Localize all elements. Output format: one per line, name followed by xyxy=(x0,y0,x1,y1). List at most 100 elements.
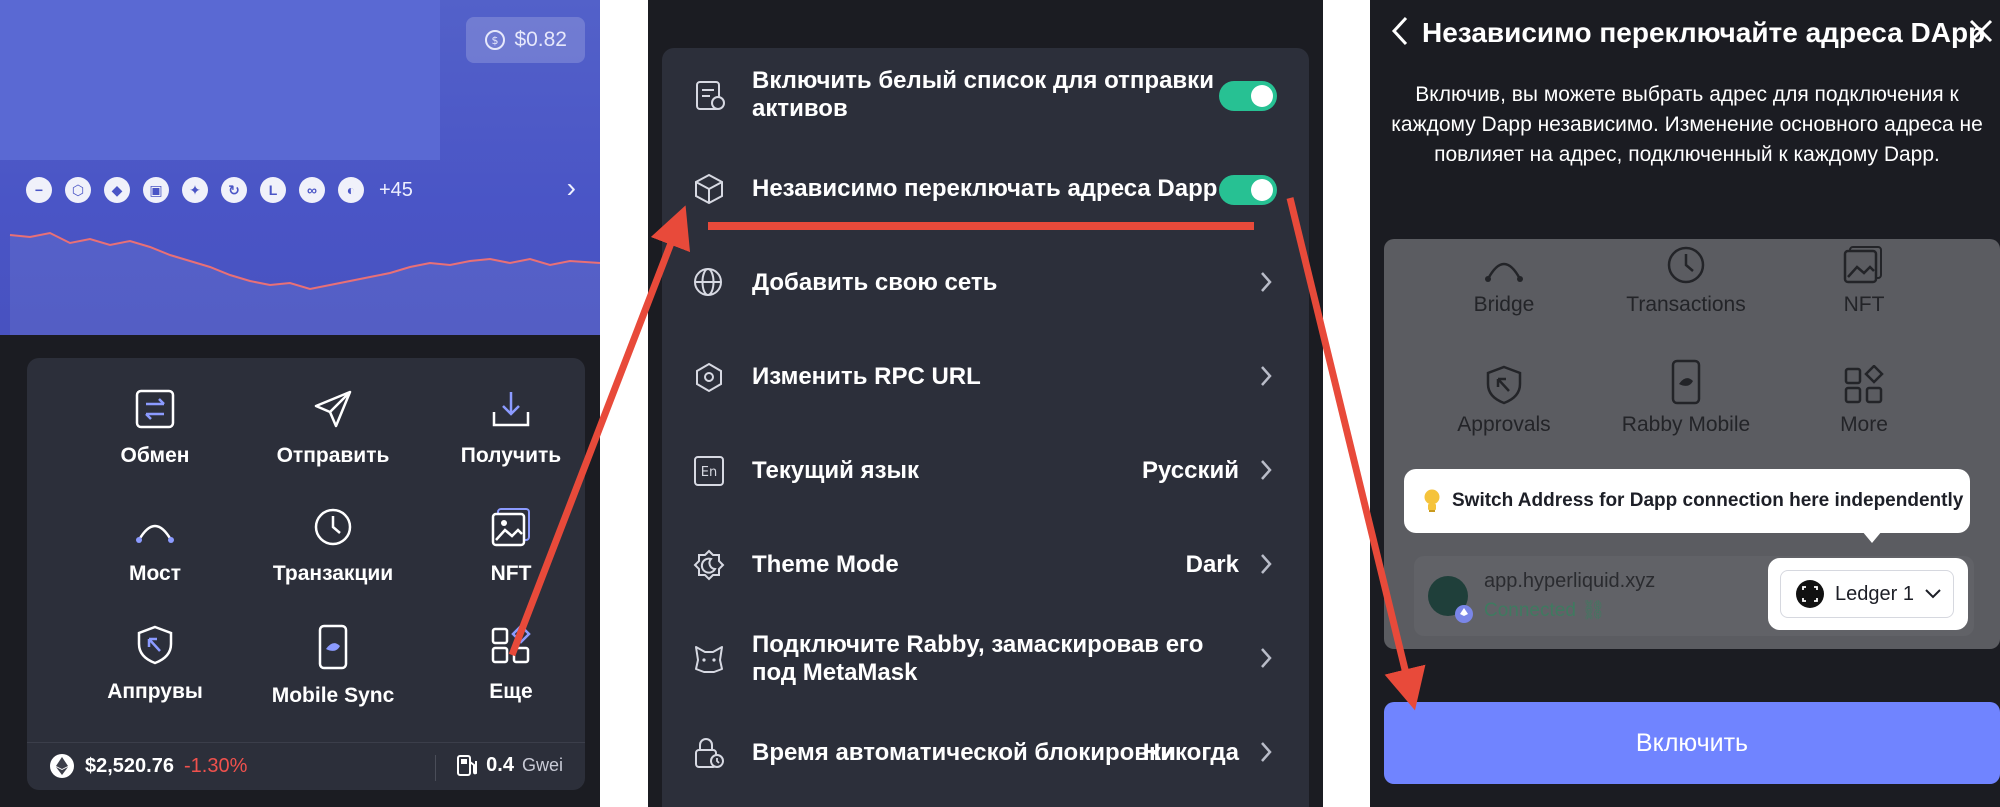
back-icon[interactable] xyxy=(1388,14,1412,48)
settings-row-value: Русский xyxy=(1142,457,1239,484)
action-menu: Обмен Отправить Получить Мост Транзакции… xyxy=(27,358,585,790)
menu-label: Обмен xyxy=(120,444,190,467)
dialog-description: Включив, вы можете выбрать адрес для под… xyxy=(1391,83,1983,166)
ethereum-icon: ◆ xyxy=(104,177,130,203)
preview-label: Transactions xyxy=(1626,293,1746,316)
menu-label: NFT xyxy=(490,562,532,585)
eth-price[interactable]: $2,520.76 -1.30% xyxy=(49,753,247,779)
image-icon xyxy=(491,508,530,547)
settings-row-add-network[interactable]: Добавить свою сеть xyxy=(662,236,1309,330)
settings-row-value: Dark xyxy=(1185,551,1239,578)
close-icon[interactable] xyxy=(1966,16,1996,46)
settings-row-language[interactable]: En Текущий язык Русский xyxy=(662,424,1309,518)
dapp-name: app.hyperliquid.xyz xyxy=(1484,570,1656,592)
globe-edit-icon xyxy=(694,268,722,296)
settings-row-dapp-switch[interactable]: Независимо переключать адреса Dapp xyxy=(662,142,1309,236)
account-selector[interactable]: Ledger 1 xyxy=(1780,570,1954,618)
enable-button[interactable]: Включить xyxy=(1384,702,2000,784)
chevron-right-icon xyxy=(1261,272,1272,292)
box-switch-icon xyxy=(695,173,723,205)
switch-address-tooltip: Switch Address for Dapp connection here … xyxy=(1404,469,1970,533)
portfolio-hero: $ $0.82 − ⬡ ◆ ▣ ✦ ↻ L ∞ ◐ +45 › xyxy=(0,0,600,335)
settings-row-value: Никогда xyxy=(1142,739,1239,766)
shield-icon xyxy=(1486,365,1522,405)
menu-item-nft[interactable]: NFT xyxy=(418,476,600,594)
chevron-right-icon xyxy=(1261,648,1272,668)
gas-unit: Gwei xyxy=(521,754,563,775)
grid-icon xyxy=(1844,365,1884,404)
eth-price-value: $2,520.76 xyxy=(85,754,174,777)
settings-row-label: Независимо переключать адреса Dapp xyxy=(752,175,1218,202)
menu-item-transactions[interactable]: Транзакции xyxy=(240,476,426,594)
preview-item-transactions: Transactions xyxy=(1596,245,1776,317)
chevron-right-icon xyxy=(1261,460,1272,480)
settings-row-whitelist[interactable]: Включить белый список для отправки актив… xyxy=(662,48,1309,142)
language-icon: En xyxy=(694,456,724,486)
preview-item-bridge: Bridge xyxy=(1414,245,1594,317)
balance-badge[interactable]: $ $0.82 xyxy=(466,17,585,63)
settings-row-label: Добавить свою сеть xyxy=(752,269,998,296)
settings-row-label: Включить белый список для отправки актив… xyxy=(752,67,1214,122)
chain-list[interactable]: − ⬡ ◆ ▣ ✦ ↻ L ∞ ◐ +45 › xyxy=(26,170,576,210)
gas-pump-icon xyxy=(457,755,478,776)
menu-item-bridge[interactable]: Мост xyxy=(62,476,248,594)
receive-icon xyxy=(492,392,530,427)
menu-label: Транзакции xyxy=(272,562,394,585)
grid-icon xyxy=(491,624,531,664)
settings-row-theme[interactable]: Theme Mode Dark xyxy=(662,518,1309,612)
settings-panel: Включить белый список для отправки актив… xyxy=(648,0,1323,807)
settings-row-rpc[interactable]: Изменить RPC URL xyxy=(662,330,1309,424)
menu-item-approvals[interactable]: Аппрувы xyxy=(62,594,248,712)
chevron-down-icon xyxy=(1925,589,1941,599)
eth-price-change: -1.30% xyxy=(183,754,248,777)
preview-label: Bridge xyxy=(1473,293,1535,316)
gas-price[interactable]: 0.4 Gwei xyxy=(456,753,563,777)
svg-text:En: En xyxy=(701,465,717,480)
tooltip-text: Switch Address for Dapp connection here … xyxy=(1452,490,1964,511)
refresh-coin-icon: ↻ xyxy=(221,177,247,203)
half-circle-icon: ◐ xyxy=(338,177,364,203)
menu-item-swap[interactable]: Обмен xyxy=(62,358,248,476)
dapp-switch-toggle[interactable] xyxy=(1219,175,1277,205)
image-icon xyxy=(1843,246,1882,284)
balance-chart xyxy=(9,231,600,335)
menu-item-mobile-sync[interactable]: Mobile Sync xyxy=(240,594,426,712)
phone-icon xyxy=(1671,359,1701,405)
menu-label: Аппрувы xyxy=(107,680,203,703)
preview-item-more: More xyxy=(1774,365,1954,437)
settings-row-metamask[interactable]: Подключите Rabby, замаскировав его под M… xyxy=(662,612,1309,706)
menu-item-more[interactable]: Еще xyxy=(418,594,600,712)
dialog-title: Независимо переключайте адреса DApp xyxy=(1422,17,1986,48)
settings-row-label: Подключите Rabby, замаскировав его под M… xyxy=(752,631,1204,686)
dapp-status-text: Connected xyxy=(1484,600,1576,621)
sparkle-icon: ✦ xyxy=(182,177,208,203)
network-icon xyxy=(696,362,722,393)
menu-item-receive[interactable]: Получить xyxy=(418,358,600,476)
preview-label: NFT xyxy=(1843,293,1885,316)
dapp-switch-dialog: Независимо переключайте адреса DApp Вклю… xyxy=(1370,0,2000,807)
gas-value: 0.4 xyxy=(486,753,514,776)
ethereum-icon xyxy=(50,754,74,778)
menu-label: Еще xyxy=(489,680,533,703)
ledger-icon xyxy=(1796,580,1824,608)
menu-item-send[interactable]: Отправить xyxy=(240,358,426,476)
send-icon xyxy=(314,390,352,428)
l-icon: L xyxy=(260,177,286,203)
cube-icon: ▣ xyxy=(143,177,169,203)
fox-icon xyxy=(695,646,723,673)
settings-row-label: Theme Mode xyxy=(752,551,899,578)
link-icon: ⛓ xyxy=(1581,600,1606,621)
chevron-right-icon xyxy=(1261,554,1272,574)
link-icon: ∞ xyxy=(299,177,325,203)
svg-text:$: $ xyxy=(492,34,499,47)
balance-value: $0.82 xyxy=(514,28,567,51)
whitelist-toggle[interactable] xyxy=(1219,81,1277,111)
wallet-footer: $2,520.76 -1.30% 0.4 Gwei xyxy=(27,742,585,791)
chevron-right-icon[interactable]: › xyxy=(567,172,576,204)
menu-label: Mobile Sync xyxy=(271,684,395,707)
theme-icon xyxy=(693,549,725,581)
clock-icon xyxy=(314,508,352,546)
hero-highlight xyxy=(0,0,440,160)
preview-label: More xyxy=(1840,413,1888,436)
settings-row-autolock[interactable]: Время автоматической блокировки Никогда xyxy=(662,706,1309,800)
